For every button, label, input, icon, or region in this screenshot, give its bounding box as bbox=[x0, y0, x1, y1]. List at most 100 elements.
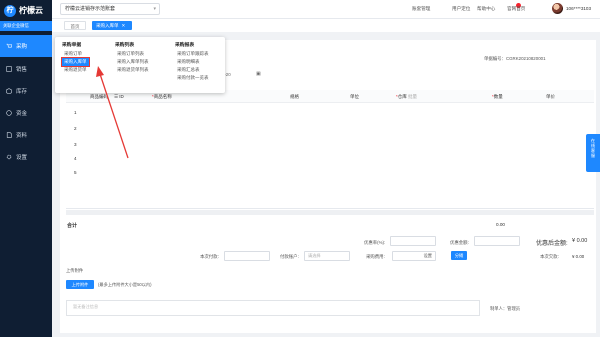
table-row[interactable]: 3 bbox=[74, 142, 77, 147]
sidebar-item-label: 采购 bbox=[16, 44, 28, 50]
company-name: 柠檬云进销存示范账套 bbox=[65, 6, 116, 12]
close-icon[interactable]: ✕ bbox=[122, 23, 126, 28]
upload-tip: (最多上传附件大小是50以内) bbox=[98, 282, 152, 287]
sidebar-item-settings[interactable]: 设置 bbox=[0, 146, 52, 168]
user-locate-link[interactable]: 用户定位 bbox=[452, 6, 470, 12]
doc-icon bbox=[6, 132, 12, 138]
account-manage-link[interactable]: 账套管理 bbox=[412, 6, 430, 12]
menu-item-inbound-list[interactable]: 采购入库单列表 bbox=[115, 58, 151, 66]
grid-col-code: 商品编码 bbox=[90, 94, 108, 99]
menu-item-order-list[interactable]: 采购订单列表 bbox=[115, 50, 151, 58]
after-discount-value: ¥ 0.00 bbox=[572, 238, 588, 244]
allocate-button[interactable]: 分摊 bbox=[451, 251, 467, 260]
pay-now-input[interactable] bbox=[224, 251, 270, 261]
cost-setting-link[interactable]: 设置 bbox=[424, 253, 432, 258]
official-site-link[interactable]: 官网首页 bbox=[507, 6, 525, 12]
pay-now-label: 本次付款: bbox=[200, 254, 219, 259]
table-row[interactable]: 1 bbox=[74, 110, 77, 115]
menu-col-reports: 采购报表 采购订单跟踪表 采购明细表 采购汇总表 采购付款一览表 bbox=[175, 41, 211, 82]
product-grid: 商品编码 ☰ ID *商品名称 规格 单位 *仓库 批量 *数量 单价 1 2 … bbox=[66, 90, 594, 218]
menu-item-purchase-order[interactable]: 采购订单 bbox=[62, 50, 89, 58]
tab-home[interactable]: 首页 bbox=[64, 21, 86, 30]
doc-number: 单据编号：CGRK20210820001 bbox=[484, 56, 546, 62]
sidebar-item-purchase[interactable]: 采购 bbox=[0, 35, 52, 57]
pay-account-select[interactable]: 请选择 bbox=[304, 251, 350, 261]
sidebar-item-label: 库存 bbox=[16, 89, 28, 95]
calendar-icon[interactable]: ▣ bbox=[256, 71, 261, 77]
discount-rate-label: 优惠率(%): bbox=[364, 240, 386, 245]
pay-account-placeholder: 请选择 bbox=[308, 253, 321, 258]
menu-item-order-tracking[interactable]: 采购订单跟踪表 bbox=[175, 50, 211, 58]
total-value: 0.00 bbox=[496, 222, 505, 227]
menu-col-title: 采购列表 bbox=[115, 43, 135, 48]
cart-icon bbox=[6, 43, 12, 48]
total-label: 合计 bbox=[67, 223, 78, 229]
table-row[interactable]: 4 bbox=[74, 156, 77, 161]
remark-input[interactable]: 暂无备注信息 bbox=[66, 300, 480, 316]
debt-value: ¥ 0.00 bbox=[572, 254, 585, 259]
wechat-link-label: 关联企业微信 bbox=[3, 23, 29, 28]
discount-amount-label: 优惠金额: bbox=[450, 240, 469, 245]
sidebar-item-label: 销售 bbox=[16, 67, 28, 73]
online-service-label: 在线客服 bbox=[590, 138, 596, 158]
purchase-cost-input[interactable]: 设置 bbox=[392, 251, 436, 261]
discount-rate-input[interactable] bbox=[390, 236, 436, 246]
menu-col-lists: 采购列表 采购订单列表 采购入库单列表 采购退货单列表 bbox=[115, 41, 151, 74]
purchase-dropdown-menu: 采购单据 采购订单 采购入库单 采购退货单 采购列表 采购订单列表 采购入库单列… bbox=[55, 37, 225, 93]
doc-number-value: CGRK20210820001 bbox=[505, 56, 546, 61]
horizontal-scrollbar[interactable] bbox=[66, 210, 594, 215]
menu-col-docs: 采购单据 采购订单 采购入库单 采购退货单 bbox=[61, 41, 90, 74]
grid-col-qty-label: 数量 bbox=[493, 94, 503, 99]
table-row[interactable]: 5 bbox=[74, 170, 77, 175]
sidebar-item-inventory[interactable]: 库存 bbox=[0, 80, 52, 102]
wechat-link[interactable]: 关联企业微信 bbox=[0, 21, 52, 31]
online-service-button[interactable]: 在线客服 bbox=[586, 134, 600, 172]
box-icon bbox=[6, 88, 12, 94]
menu-col-title: 采购单据 bbox=[62, 43, 82, 48]
wallet-icon bbox=[6, 110, 12, 116]
gear-icon bbox=[6, 154, 12, 160]
menu-col-title: 采购报表 bbox=[175, 43, 195, 48]
sidebar-item-label: 设置 bbox=[16, 155, 28, 161]
app-logo[interactable]: 柠 柠檬云 bbox=[4, 2, 43, 19]
discount-amount-input[interactable] bbox=[474, 236, 520, 246]
menu-item-payment-overview[interactable]: 采购付款一览表 bbox=[175, 74, 211, 82]
grid-col-warehouse-label: 仓库 bbox=[397, 94, 407, 99]
grid-col-price: 单价 bbox=[546, 94, 555, 99]
maker-label: 制单人：管理员 bbox=[490, 306, 521, 311]
tab-purchase-inbound[interactable]: 采购入库单 ✕ bbox=[92, 21, 132, 30]
chevron-down-icon: ▾ bbox=[153, 6, 156, 12]
sidebar: 柠 柠檬云 关联企业微信 采购 销售 库存 资金 资料 设置 bbox=[0, 0, 52, 337]
tab-home-label: 首页 bbox=[70, 24, 80, 29]
lemon-logo-icon: 柠 bbox=[4, 4, 16, 17]
company-select[interactable]: 柠檬云进销存示范账套 ▾ bbox=[60, 3, 160, 15]
tab-label: 采购入库单 bbox=[96, 23, 119, 28]
grid-col-name: *商品名称 bbox=[152, 94, 172, 99]
grid-col-name-label: 商品名称 bbox=[153, 94, 172, 99]
sidebar-item-sales[interactable]: 销售 bbox=[0, 58, 52, 80]
avatar[interactable] bbox=[552, 3, 563, 14]
remark-placeholder: 暂无备注信息 bbox=[73, 304, 99, 309]
grid-col-id: ☰ ID bbox=[114, 94, 124, 99]
top-header: 柠檬云进销存示范账套 ▾ 账套管理 用户定位 帮助中心 官网首页 106****… bbox=[52, 0, 600, 19]
tag-icon bbox=[6, 66, 12, 72]
grid-col-qty: *数量 bbox=[492, 94, 503, 99]
user-name[interactable]: 106****3103 bbox=[566, 6, 591, 11]
warehouse-batch[interactable]: 批量 bbox=[408, 94, 417, 99]
purchase-cost-label: 采购费用: bbox=[366, 254, 385, 259]
upload-button[interactable]: 上传附件 bbox=[66, 280, 94, 289]
sidebar-item-data[interactable]: 资料 bbox=[0, 124, 52, 146]
menu-item-return-list[interactable]: 采购退货单列表 bbox=[115, 66, 151, 74]
grid-col-spec: 规格 bbox=[290, 94, 299, 99]
table-row[interactable]: 2 bbox=[74, 126, 77, 131]
help-center-link[interactable]: 帮助中心 bbox=[477, 6, 495, 12]
menu-item-purchase-inbound[interactable]: 采购入库单 bbox=[61, 57, 90, 67]
menu-item-purchase-return[interactable]: 采购退货单 bbox=[62, 66, 89, 74]
menu-item-summary-report[interactable]: 采购汇总表 bbox=[175, 66, 211, 74]
debt-label: 本次欠款: bbox=[540, 254, 559, 259]
menu-item-detail-report[interactable]: 采购明细表 bbox=[175, 58, 211, 66]
app-name: 柠檬云 bbox=[19, 6, 43, 15]
grid-col-warehouse: *仓库 批量 bbox=[396, 94, 418, 99]
grid-col-unit: 单位 bbox=[350, 94, 359, 99]
sidebar-item-funds[interactable]: 资金 bbox=[0, 102, 52, 124]
